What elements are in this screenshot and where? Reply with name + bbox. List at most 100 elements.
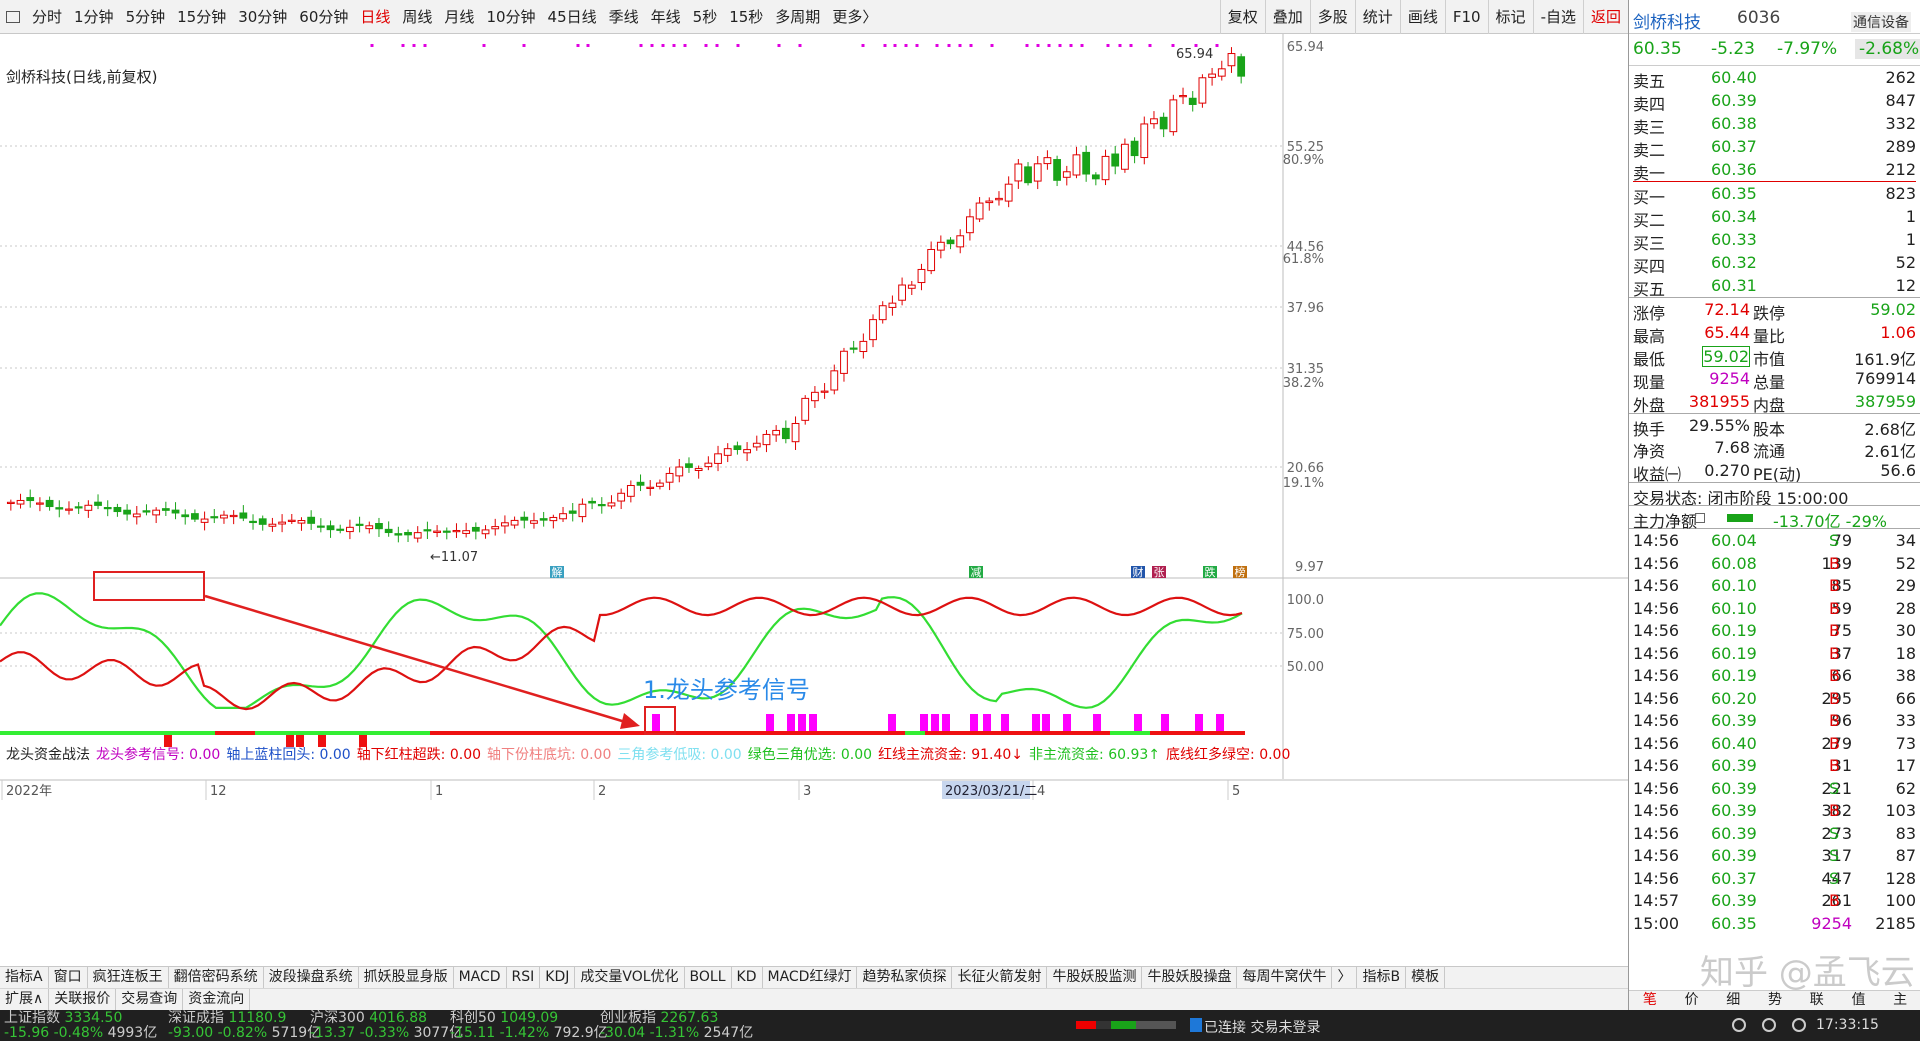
order-book: 卖五 60.40 262 卖四 60.39 847 卖三 60.38 332 卖二 60.37 289… (1629, 66, 1920, 299)
extension-tab[interactable]: 关联报价 (49, 989, 117, 1010)
extension-tab[interactable]: 交易查询 (116, 989, 184, 1010)
market-index[interactable]: 深证成指 11180.9 -93.00 -0.82% 5719亿 (168, 1011, 321, 1041)
event-marker[interactable]: 跌 (1203, 565, 1217, 579)
bid-row[interactable]: 买三 60.33 1 (1629, 228, 1920, 253)
window-icon[interactable] (6, 10, 20, 23)
period-tab[interactable]: 日线 (354, 0, 396, 34)
stock-sector[interactable]: 通信设备 (1851, 12, 1911, 32)
tick-count: 87 (1895, 846, 1916, 865)
indicator-tab[interactable]: 波段操盘系统 (264, 967, 359, 988)
period-tab[interactable]: 周线 (396, 0, 438, 34)
period-tab[interactable]: 15分钟 (171, 0, 232, 34)
tool-button[interactable]: -自选 (1532, 0, 1583, 34)
ask-row[interactable]: 卖四 60.39 847 (1629, 89, 1920, 114)
candle (1004, 176, 1013, 208)
period-tab[interactable]: 季线 (603, 0, 645, 34)
indicator-tab[interactable]: 成交量VOL优化 (575, 967, 685, 988)
list-icon[interactable] (1695, 513, 1705, 523)
tick-list[interactable]: 14:56 60.04 79 S 34 14:56 60.08 139 B 52 14:56 60.1… (1629, 528, 1920, 934)
event-marker-label: 张 (1154, 566, 1165, 579)
indicator-tab[interactable]: 牛股妖股操盘 (1142, 967, 1238, 988)
market-index[interactable]: 上证指数 3334.50 -15.96 -0.48% 4993亿 (4, 1011, 157, 1041)
candle (1072, 146, 1081, 179)
bid-row[interactable]: 买一 60.35 823 (1629, 182, 1920, 207)
ask-price: 60.36 (1711, 160, 1757, 179)
indicator-tab[interactable]: 窗口 (49, 967, 88, 988)
market-index[interactable]: 创业板指 2267.63 -30.04 -1.31% 2547亿 (600, 1011, 753, 1041)
indicator-tab[interactable]: 疯狂连板王 (88, 967, 169, 988)
index-name: 深证成指 (168, 1010, 224, 1026)
indicator-tab[interactable]: KD (732, 967, 763, 988)
market-index[interactable]: 沪深300 4016.88 -13.37 -0.33% 3077亿 (310, 1011, 463, 1041)
chart-tools: 复权 叠加 多股 统计 画线 F10 标记 -自选 返回 (1219, 0, 1628, 34)
indicator-tab[interactable]: 模板 (1406, 967, 1446, 988)
kline-chart[interactable]: 65.9455.2544.5637.9631.3520.669.9780.9%6… (0, 34, 1628, 965)
bell-icon[interactable] (1732, 1018, 1746, 1032)
gear-icon[interactable] (1762, 1018, 1776, 1032)
event-marker[interactable]: 减 (969, 566, 983, 579)
ask-row[interactable]: 卖二 60.37 289 (1629, 135, 1920, 160)
ask-row[interactable]: 卖一 60.36 212 (1629, 158, 1920, 183)
bid-row[interactable]: 买二 60.34 1 (1629, 205, 1920, 230)
tool-button[interactable]: F10 (1444, 0, 1488, 34)
period-tab[interactable]: 5秒 (687, 0, 724, 34)
tool-button[interactable]: 返回 (1582, 0, 1628, 34)
indicator-tab[interactable]: 牛股妖股监测 (1047, 967, 1143, 988)
tool-button[interactable]: 复权 (1219, 0, 1265, 34)
indicator-tab[interactable]: KDJ (540, 967, 576, 988)
indicator-tab[interactable]: 翻倍密码系统 (169, 967, 264, 988)
period-tab[interactable]: 分时 (26, 0, 68, 34)
extension-tab[interactable]: 扩展∧ (0, 989, 50, 1010)
event-marker[interactable]: 张 (1152, 566, 1166, 579)
indicator-name[interactable]: 龙头资金战法 (6, 744, 90, 764)
period-tab[interactable]: 30分钟 (232, 0, 293, 34)
tool-button[interactable]: 叠加 (1264, 0, 1310, 34)
indicator-tab[interactable]: 长征火箭发射 (952, 967, 1048, 988)
indicator-tab[interactable]: MACD (454, 967, 507, 988)
event-marker[interactable]: 榜 (1233, 565, 1247, 579)
tick-side: B (1829, 801, 1840, 820)
tool-button[interactable]: 统计 (1354, 0, 1400, 34)
refresh-icon[interactable] (1792, 1018, 1806, 1032)
period-tab[interactable]: 年线 (645, 0, 687, 34)
candles (6, 47, 1246, 543)
indicator-tab[interactable]: BOLL (685, 967, 732, 988)
period-tab[interactable]: 月线 (438, 0, 480, 34)
tool-button[interactable]: 画线 (1399, 0, 1445, 34)
indicator-tab[interactable]: 趋势私家侦探 (857, 967, 953, 988)
bid-row[interactable]: 买五 60.31 12 (1629, 274, 1920, 299)
bid-row[interactable]: 买四 60.32 52 (1629, 251, 1920, 276)
period-tab[interactable]: 15秒 (723, 0, 769, 34)
period-tab[interactable]: 60分钟 (293, 0, 354, 34)
tick-count: 33 (1895, 711, 1916, 730)
period-tab[interactable]: 5分钟 (120, 0, 172, 34)
indicator-tab[interactable]: 指标B (1357, 967, 1407, 988)
indicator-tab[interactable]: RSI (507, 967, 541, 988)
indicator-tab[interactable]: 指标A (0, 967, 49, 988)
quote-line: 60.35 -5.23 -7.97% -2.68% (1629, 34, 1920, 66)
bid-volume: 12 (1895, 276, 1916, 295)
event-marker[interactable]: 解 (550, 565, 564, 579)
period-tab[interactable]: 10分钟 (480, 0, 541, 34)
tick-row: 14:57 60.39 261 B 100 (1629, 889, 1920, 912)
event-marker[interactable]: 财 (1131, 565, 1145, 579)
ask-row[interactable]: 卖三 60.38 332 (1629, 112, 1920, 137)
period-tab[interactable]: 1分钟 (68, 0, 120, 34)
indicator-tab[interactable]: 〉 (1332, 967, 1358, 988)
panel-tab[interactable]: 笔 (1629, 991, 1671, 1010)
indicator-tab[interactable]: 抓妖股显身版 (359, 967, 454, 988)
market-index[interactable]: 科创50 1049.09 -15.11 -1.42% 792.9亿 (450, 1011, 608, 1041)
period-tab[interactable]: 更多〉 (826, 0, 883, 34)
indicator-tab[interactable]: MACD红绿灯 (763, 967, 858, 988)
indicator-tab[interactable]: 每周牛窝伏牛 (1237, 967, 1333, 988)
tool-button[interactable]: 多股 (1309, 0, 1355, 34)
period-tab[interactable]: 45日线 (542, 0, 603, 34)
index-line: -15.96 -0.48% 4993亿 (4, 1026, 157, 1041)
tool-button[interactable]: 标记 (1487, 0, 1533, 34)
ask-row[interactable]: 卖五 60.40 262 (1629, 66, 1920, 91)
period-tab[interactable]: 多周期 (769, 0, 826, 34)
connection-status[interactable]: 已连接 交易未登录 (1204, 1017, 1320, 1037)
stock-name[interactable]: 剑桥科技 (1633, 8, 1701, 33)
chart-area[interactable]: 65.94 55.25 44.56 37.96 31.35 20.66 9.97 80.9% 6… (0, 34, 1628, 965)
extension-tab[interactable]: 资金流向 (183, 989, 251, 1010)
